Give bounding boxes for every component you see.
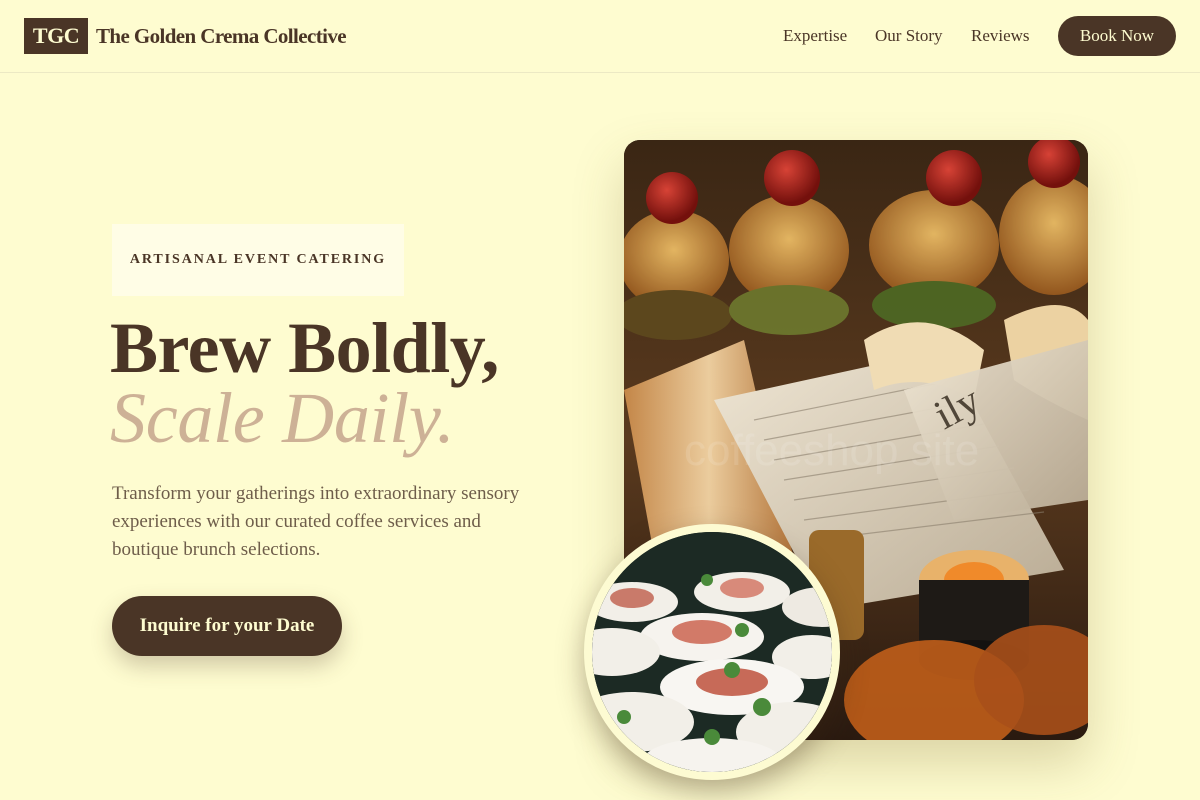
nav-link-our-story[interactable]: Our Story: [875, 24, 943, 48]
inquire-button[interactable]: Inquire for your Date: [112, 596, 342, 656]
logo-mark[interactable]: TGC: [24, 18, 88, 54]
headline-line-2: Scale Daily.: [110, 378, 455, 458]
book-now-button[interactable]: Book Now: [1058, 16, 1176, 56]
eyebrow-badge: ARTISANAL EVENT CATERING: [112, 224, 404, 296]
nav-link-expertise[interactable]: Expertise: [783, 24, 847, 48]
site-header: TGC The Golden Crema Collective Expertis…: [0, 0, 1200, 73]
nav-link-reviews[interactable]: Reviews: [971, 24, 1030, 48]
brand-name[interactable]: The Golden Crema Collective: [96, 22, 347, 50]
hero-description: Transform your gatherings into extraordi…: [112, 483, 520, 560]
appetizer-plates-photo: [584, 524, 840, 780]
svg-text:coffeeshop site: coffeeshop site: [684, 426, 979, 475]
headline-line-1: Brew Boldly,: [110, 308, 499, 388]
eyebrow-text: ARTISANAL EVENT CATERING: [129, 252, 387, 267]
